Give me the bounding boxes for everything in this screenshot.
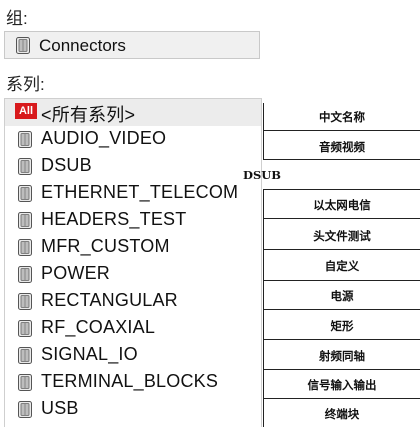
table-divider xyxy=(263,398,420,399)
group-value: Connectors xyxy=(39,36,126,55)
list-item[interactable]: HEADERS_TEST xyxy=(5,207,261,234)
series-list[interactable]: All <所有系列> AUDIO_VIDEO DSUB ETHERNET_TEL… xyxy=(4,98,262,427)
library-book-icon xyxy=(18,239,32,256)
list-item[interactable]: USB xyxy=(5,396,261,423)
table-divider xyxy=(263,189,420,190)
library-book-icon xyxy=(18,158,32,175)
library-book-icon xyxy=(18,266,32,283)
table-cell: 中文名称 xyxy=(319,110,365,124)
table-cell: 射频同轴 xyxy=(319,349,365,363)
list-item-label: HEADERS_TEST xyxy=(41,209,187,229)
table-divider xyxy=(263,309,420,310)
table-divider xyxy=(263,249,420,250)
table-divider xyxy=(263,280,420,281)
list-item-label: ETHERNET_TELECOM xyxy=(41,182,239,202)
series-label: 系列: xyxy=(6,75,45,94)
list-item-all[interactable]: All <所有系列> xyxy=(5,99,261,126)
table-cell: DSUB xyxy=(242,168,282,182)
list-item[interactable]: AUDIO_VIDEO xyxy=(5,126,261,153)
group-selector[interactable]: Connectors xyxy=(4,31,260,59)
list-item[interactable]: ETHERNET_TELECOM xyxy=(5,180,261,207)
library-book-icon xyxy=(18,185,32,202)
list-item-label: TERMINAL_BLOCKS xyxy=(41,371,219,391)
table-divider xyxy=(263,130,420,131)
list-item[interactable]: MFR_CUSTOM xyxy=(5,234,261,261)
library-book-icon xyxy=(18,320,32,337)
table-divider xyxy=(263,339,420,340)
list-item-label: MFR_CUSTOM xyxy=(41,236,170,256)
list-item-label: USB xyxy=(41,398,79,418)
list-item-label: AUDIO_VIDEO xyxy=(41,128,167,148)
table-divider xyxy=(263,159,420,160)
list-item-label: DSUB xyxy=(41,155,92,175)
all-badge-icon: All xyxy=(15,103,37,119)
table-divider xyxy=(263,369,420,370)
list-item-label: POWER xyxy=(41,263,111,283)
list-item[interactable]: RECTANGULAR xyxy=(5,288,261,315)
list-item-label: RECTANGULAR xyxy=(41,290,178,310)
library-book-icon xyxy=(16,37,30,54)
table-cell: 矩形 xyxy=(330,319,354,333)
table-cell: 终端块 xyxy=(324,407,360,421)
table-divider xyxy=(263,218,420,219)
library-book-icon xyxy=(18,347,32,364)
table-cell: 音频视频 xyxy=(319,140,365,154)
group-label: 组: xyxy=(6,9,28,28)
list-item-label: <所有系列> xyxy=(41,105,136,125)
list-item-label: SIGNAL_IO xyxy=(41,344,138,364)
table-cell: 自定义 xyxy=(324,259,360,273)
table-cell: 头文件测试 xyxy=(313,229,371,243)
library-book-icon xyxy=(18,212,32,229)
table-cell: 以太网电信 xyxy=(313,198,371,212)
list-item-label: RF_COAXIAL xyxy=(41,317,156,337)
list-item[interactable]: TERMINAL_BLOCKS xyxy=(5,369,261,396)
list-item[interactable]: DSUB xyxy=(5,153,261,180)
table-cell: 电源 xyxy=(330,289,354,303)
list-item[interactable]: POWER xyxy=(5,261,261,288)
table-cell: 信号输入输出 xyxy=(307,378,377,392)
list-item[interactable]: SIGNAL_IO xyxy=(5,342,261,369)
library-book-icon xyxy=(18,374,32,391)
library-book-icon xyxy=(18,131,32,148)
list-item[interactable]: RF_COAXIAL xyxy=(5,315,261,342)
library-book-icon xyxy=(18,293,32,310)
library-book-icon xyxy=(18,401,32,418)
